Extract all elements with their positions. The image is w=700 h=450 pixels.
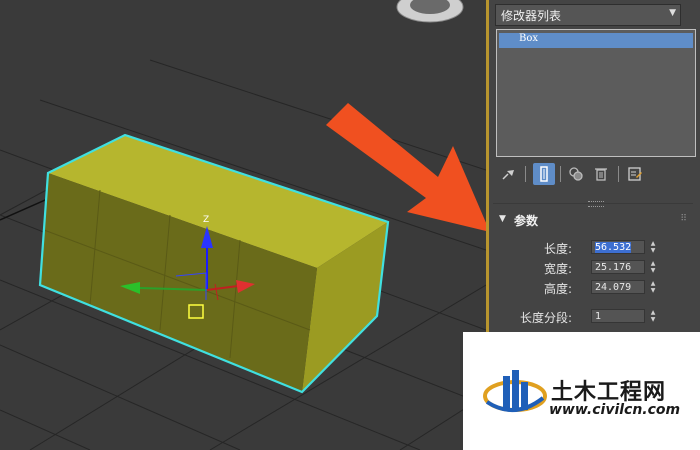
rollout-grip-icon: ⠿ xyxy=(680,214,687,224)
height-field[interactable]: 24.079 xyxy=(591,280,645,294)
show-end-result-icon[interactable] xyxy=(533,163,555,185)
viewport-scene: Z xyxy=(0,0,486,450)
pin-stack-icon[interactable] xyxy=(497,163,519,185)
make-unique-icon[interactable] xyxy=(565,163,587,185)
viewport-perspective[interactable]: Z xyxy=(0,0,486,450)
length-param: 长度: 56.532 ▲ ▼ xyxy=(489,240,700,256)
remove-modifier-icon[interactable] xyxy=(590,163,612,185)
height-param: 高度: 24.079 ▲ ▼ xyxy=(489,280,700,296)
length-segments-label: 长度分段: xyxy=(519,311,572,325)
modifier-stack[interactable]: Box xyxy=(496,29,696,157)
length-segments-value: 1 xyxy=(595,311,602,322)
width-param: 宽度: 25.176 ▲ ▼ xyxy=(489,260,700,276)
length-value: 56.532 xyxy=(595,242,632,253)
length-spinner[interactable]: ▲ ▼ xyxy=(649,240,657,254)
box-object[interactable] xyxy=(38,133,390,394)
length-segments-param: 长度分段: 1 ▲ ▼ xyxy=(489,309,700,325)
length-segments-spinner[interactable]: ▲ ▼ xyxy=(649,309,657,323)
watermark-logo-icon xyxy=(483,370,547,413)
modifier-stack-item-label: Box xyxy=(519,33,539,44)
panel-grip[interactable] xyxy=(588,201,604,207)
height-spinner[interactable]: ▲ ▼ xyxy=(649,280,657,294)
height-value: 24.079 xyxy=(595,282,632,293)
width-label: 宽度: xyxy=(543,262,572,276)
height-label: 高度: xyxy=(543,282,572,296)
chevron-down-icon: ▼ xyxy=(669,8,676,18)
modifier-list-label: 修改器列表 xyxy=(501,9,562,23)
modifier-stack-toolbar xyxy=(497,163,687,187)
width-value: 25.176 xyxy=(595,262,632,273)
modifier-stack-item[interactable]: Box xyxy=(499,33,693,48)
collapse-triangle-icon: ▼ xyxy=(499,214,506,224)
configure-modifier-sets-icon[interactable] xyxy=(624,163,646,185)
length-field[interactable]: 56.532 xyxy=(591,240,645,254)
rollout-title: 参数 xyxy=(514,214,539,228)
length-label: 长度: xyxy=(543,242,572,256)
modifier-list-dropdown[interactable]: 修改器列表 ▼ xyxy=(495,4,681,26)
parameters-rollout-header[interactable]: ▼ 参数 ⠿ xyxy=(499,212,689,228)
watermark-url: www.civilcn.com xyxy=(549,402,681,418)
viewcube[interactable] xyxy=(396,0,464,23)
watermark: 土木工程网 www.civilcn.com xyxy=(463,332,700,450)
length-segments-field[interactable]: 1 xyxy=(591,309,645,323)
width-field[interactable]: 25.176 xyxy=(591,260,645,274)
width-spinner[interactable]: ▲ ▼ xyxy=(649,260,657,274)
z-axis-label: Z xyxy=(203,215,209,225)
